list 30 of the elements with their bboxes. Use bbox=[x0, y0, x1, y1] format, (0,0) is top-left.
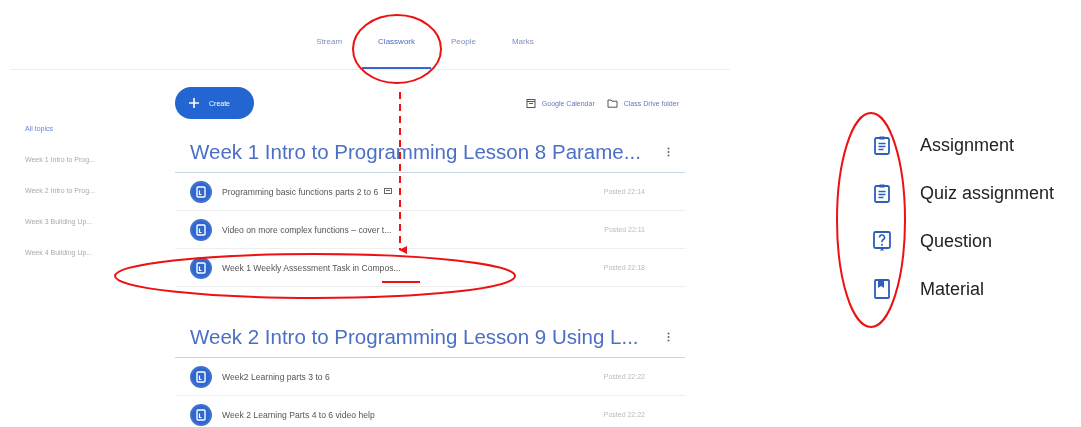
legend-label: Question bbox=[920, 230, 993, 252]
legend-label: Material bbox=[920, 278, 985, 300]
assignment-title[interactable]: Week2 Learning parts 3 to 6 bbox=[222, 371, 330, 382]
calendar-icon bbox=[525, 97, 536, 109]
more-icon[interactable] bbox=[667, 147, 670, 157]
tab[interactable]: Classwork bbox=[362, 37, 431, 69]
clipboard-icon bbox=[872, 134, 892, 156]
topic-heading: Week 2 Intro to Programming Lesson 9 Using L... bbox=[190, 325, 639, 349]
tab[interactable]: People bbox=[435, 37, 492, 69]
more-icon[interactable] bbox=[667, 332, 670, 342]
assignment-icon bbox=[190, 403, 212, 426]
tab[interactable]: Marks bbox=[495, 37, 550, 69]
assignment-title[interactable]: Week 2 Learning Parts 4 to 6 video help bbox=[222, 409, 375, 420]
plus-icon bbox=[189, 98, 199, 108]
clipboard-icon bbox=[872, 182, 892, 204]
question-icon bbox=[872, 230, 892, 252]
assignment-icon bbox=[190, 218, 212, 241]
assignment-title[interactable]: Video on more complex functions – cover t... bbox=[222, 224, 392, 235]
legend-label: Quiz assignment bbox=[920, 182, 1055, 204]
assignment-icon bbox=[190, 180, 212, 203]
assignment-title[interactable]: Week 1 Weekly Assessment Task in Compos... bbox=[222, 262, 401, 273]
annotation-underline bbox=[381, 281, 421, 283]
assignment-icon bbox=[190, 256, 212, 279]
assignment-title[interactable]: Programming basic functions parts 2 to 6 bbox=[222, 186, 379, 197]
bookmark-icon bbox=[872, 278, 892, 300]
tab[interactable]: Stream bbox=[300, 37, 359, 69]
topic-heading: Week 1 Intro to Programming Lesson 8 Parame... bbox=[190, 140, 641, 164]
folder-icon bbox=[606, 97, 618, 109]
assignment-icon bbox=[190, 365, 212, 388]
legend-label: Assignment bbox=[920, 134, 1015, 156]
